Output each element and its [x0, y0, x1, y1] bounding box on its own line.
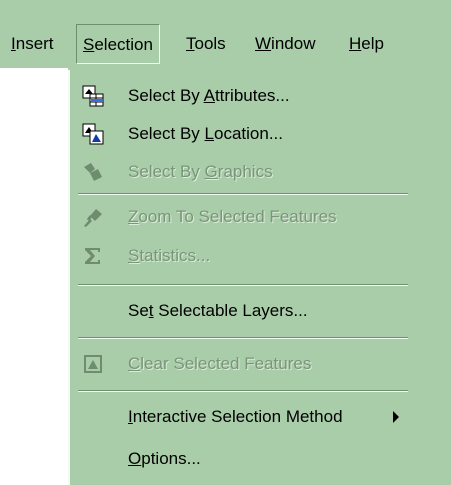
menu-separator [78, 390, 408, 392]
select-by-graphics-icon [82, 161, 104, 183]
menu-separator [78, 193, 408, 195]
menu-help[interactable]: Help [343, 24, 390, 64]
menu-item-select-by-graphics[interactable]: Select By Graphics [70, 153, 411, 191]
menu-item-interactive-selection-method[interactable]: Interactive Selection Method [70, 398, 411, 436]
menu-bar: Insert Selection Tools Window Help [0, 0, 451, 76]
menu-item-statistics[interactable]: Statistics... [70, 237, 411, 275]
menu-item-clear-selected-features[interactable]: Clear Selected Features [70, 345, 411, 383]
zoom-to-selected-icon [82, 206, 104, 228]
selection-dropdown-menu: Select By Attributes... Select By Locati… [68, 70, 413, 485]
menu-item-zoom-to-selected[interactable]: Zoom To Selected Features [70, 198, 411, 236]
clear-selection-icon [82, 353, 104, 375]
menu-item-options[interactable]: Options... [70, 440, 411, 478]
menu-item-select-by-location[interactable]: Select By Location... [70, 115, 411, 153]
document-area [0, 68, 68, 485]
menu-item-set-selectable-layers[interactable]: Set Selectable Layers... [70, 292, 411, 330]
select-by-location-icon [82, 123, 104, 145]
sigma-icon [82, 245, 104, 267]
menu-separator [78, 337, 408, 339]
submenu-arrow-icon [393, 411, 399, 423]
menu-tools[interactable]: Tools [180, 24, 232, 64]
menu-insert[interactable]: Insert [5, 24, 60, 64]
menu-window[interactable]: Window [249, 24, 321, 64]
menu-selection[interactable]: Selection [76, 24, 160, 64]
menu-item-select-by-attributes[interactable]: Select By Attributes... [70, 77, 411, 115]
menu-separator [78, 284, 408, 286]
select-by-attributes-icon [82, 85, 104, 107]
